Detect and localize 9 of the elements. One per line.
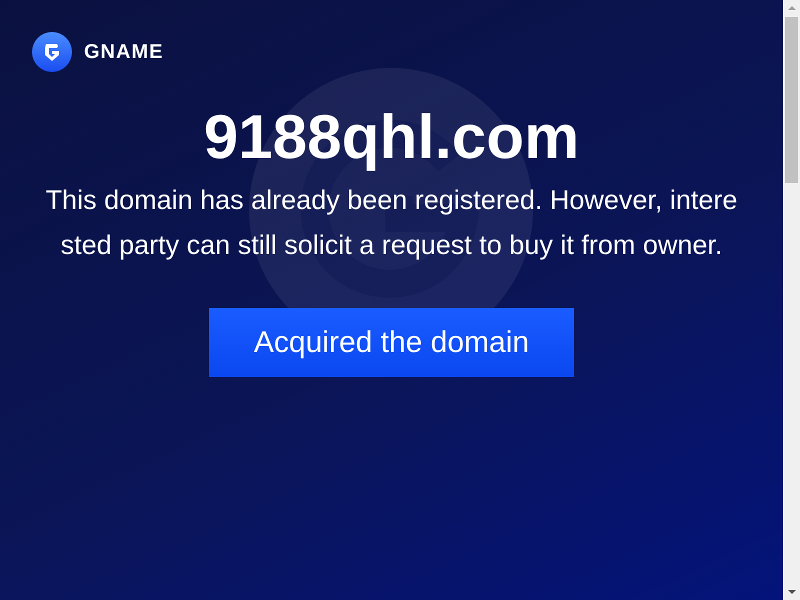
- acquire-button[interactable]: Acquired the domain: [209, 308, 574, 377]
- scroll-up-icon[interactable]: [788, 6, 796, 10]
- logo-icon: [32, 32, 72, 72]
- scrollbar[interactable]: [783, 0, 800, 600]
- scrollbar-thumb[interactable]: [785, 17, 798, 183]
- domain-name: 9188qhl.com: [204, 102, 580, 174]
- message-text: This domain has already been registered. However, interested party can still solicit a request to buy it from owner.: [44, 184, 738, 262]
- brand-name: GNAME: [84, 40, 164, 64]
- scroll-down-icon[interactable]: [788, 590, 796, 594]
